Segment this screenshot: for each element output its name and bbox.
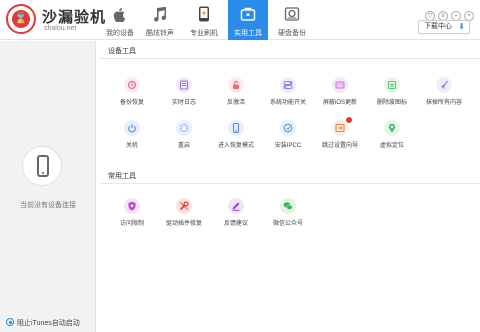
- tool-icon-circle: [176, 198, 192, 214]
- location-pin-icon: [388, 123, 396, 133]
- skip-wizard-icon: [335, 123, 345, 133]
- tool-label: 进入恢复模式: [217, 143, 254, 149]
- tool-icon-circle: [280, 77, 296, 93]
- tool-label: 抹掉所有内容: [425, 100, 462, 106]
- tool-label: 实时日志: [171, 100, 196, 106]
- download-center-button[interactable]: 下载中心 ⬇: [418, 20, 470, 34]
- toolbox-icon: [240, 7, 256, 21]
- tab-ringtones[interactable]: 酷炫铃声: [140, 0, 180, 40]
- tab-label: 我的设备: [106, 30, 134, 37]
- tab-disk-backup[interactable]: 硬盘备份: [272, 0, 312, 40]
- tool-label: 备份恢复: [119, 100, 144, 106]
- tool-label: 屏蔽iOS更新: [322, 100, 357, 106]
- music-note-icon: [154, 6, 167, 22]
- phone-icon: [37, 155, 49, 177]
- tool-label: 跳过设置向导: [321, 143, 358, 149]
- phone-placeholder: [22, 146, 62, 186]
- tab-label: 酷炫铃声: [146, 30, 174, 37]
- no-device-text: 当前没有设备连接: [20, 202, 76, 209]
- tool-icon-circle: [228, 198, 244, 214]
- tool-icon-circle: [228, 77, 244, 93]
- tab-my-device[interactable]: 我的设备: [100, 0, 140, 40]
- tool-label: 反激活: [226, 100, 245, 106]
- driver-repair-icon: [179, 201, 189, 211]
- power-icon: [128, 124, 136, 133]
- tool-icon-circle: [124, 120, 140, 136]
- section-divider: [100, 183, 480, 184]
- tool-icon-circle: [280, 198, 296, 214]
- toggle-switches-icon: [283, 81, 293, 89]
- realtime-log-icon: [179, 80, 189, 90]
- delete-icons-icon: [387, 80, 397, 90]
- device-panel: 当前没有设备连接 阻止iTunes自动启动: [0, 41, 96, 332]
- disk-backup-icon: [284, 7, 300, 21]
- notification-badge: [346, 117, 352, 123]
- tool-icon-circle: [176, 120, 192, 136]
- tool-label: 关机: [125, 143, 138, 149]
- download-arrow-icon: ⬇: [458, 22, 465, 31]
- tab-label: 硬盘备份: [278, 30, 306, 37]
- feedback-pen-icon: [232, 202, 240, 211]
- tool-label: 反馈建议: [223, 221, 248, 227]
- tool-icon-circle: [384, 120, 400, 136]
- block-itunes-option[interactable]: 阻止iTunes自动启动: [6, 318, 80, 328]
- apple-icon: [113, 8, 126, 22]
- tool-label: 访问限制: [119, 221, 144, 227]
- itunes-radio[interactable]: [6, 318, 14, 326]
- tab-label: 专业刷机: [190, 30, 218, 37]
- tool-label: 虚拟定位: [379, 143, 404, 149]
- tool-icon-circle: [124, 198, 140, 214]
- tool-label: 删除废图标: [376, 100, 407, 106]
- unlock-icon: [233, 80, 239, 89]
- section-divider: [100, 58, 480, 59]
- tool-icon-circle: [436, 77, 452, 93]
- app-name: 沙漏验机: [42, 9, 107, 26]
- tool-icon-circle: [384, 77, 400, 93]
- tool-label: 微信公众号: [272, 221, 303, 227]
- svg-text:iOS: iOS: [337, 83, 344, 88]
- tool-label: 重启: [177, 143, 190, 149]
- tool-label: 驱动插件修复: [165, 221, 202, 227]
- itunes-option-label: 阻止iTunes自动启动: [17, 320, 80, 327]
- wechat-icon: [283, 202, 293, 210]
- tool-icon-circle: [176, 77, 192, 93]
- device-tools-heading: 设备工具: [108, 48, 136, 55]
- tool-icon-circle: [228, 120, 244, 136]
- tool-icon-circle: [124, 77, 140, 93]
- tool-icon-circle: iOS: [332, 77, 348, 93]
- erase-broom-icon: [441, 80, 448, 89]
- tool-icon-circle: [280, 120, 296, 136]
- app-logo: ⌛: [6, 4, 36, 34]
- block-update-icon: iOS: [335, 81, 345, 89]
- restriction-shield-icon: [128, 201, 136, 211]
- backup-restore-icon: [127, 80, 137, 90]
- top-bar: ⌛ 沙漏验机 shalou.net 我的设备 酷炫铃声 专业刷机 实用工具 硬盘…: [0, 0, 480, 40]
- flash-phone-icon: [199, 6, 209, 22]
- tab-utilities[interactable]: 实用工具: [228, 0, 268, 40]
- tool-label: 系统功能开关: [269, 100, 306, 106]
- hourglass-logo-icon: ⌛: [12, 10, 30, 28]
- restart-icon: [180, 124, 188, 132]
- download-center-label: 下载中心: [424, 23, 452, 30]
- tool-label: 安装IPCC: [274, 143, 302, 149]
- app-domain: shalou.net: [44, 25, 77, 32]
- recovery-phone-icon: [232, 123, 240, 133]
- tab-label: 实用工具: [234, 30, 262, 37]
- tool-icon-circle: [332, 120, 348, 136]
- ipcc-install-icon: [283, 123, 293, 133]
- tab-flashing[interactable]: 专业刷机: [184, 0, 224, 40]
- common-tools-heading: 常用工具: [108, 173, 136, 180]
